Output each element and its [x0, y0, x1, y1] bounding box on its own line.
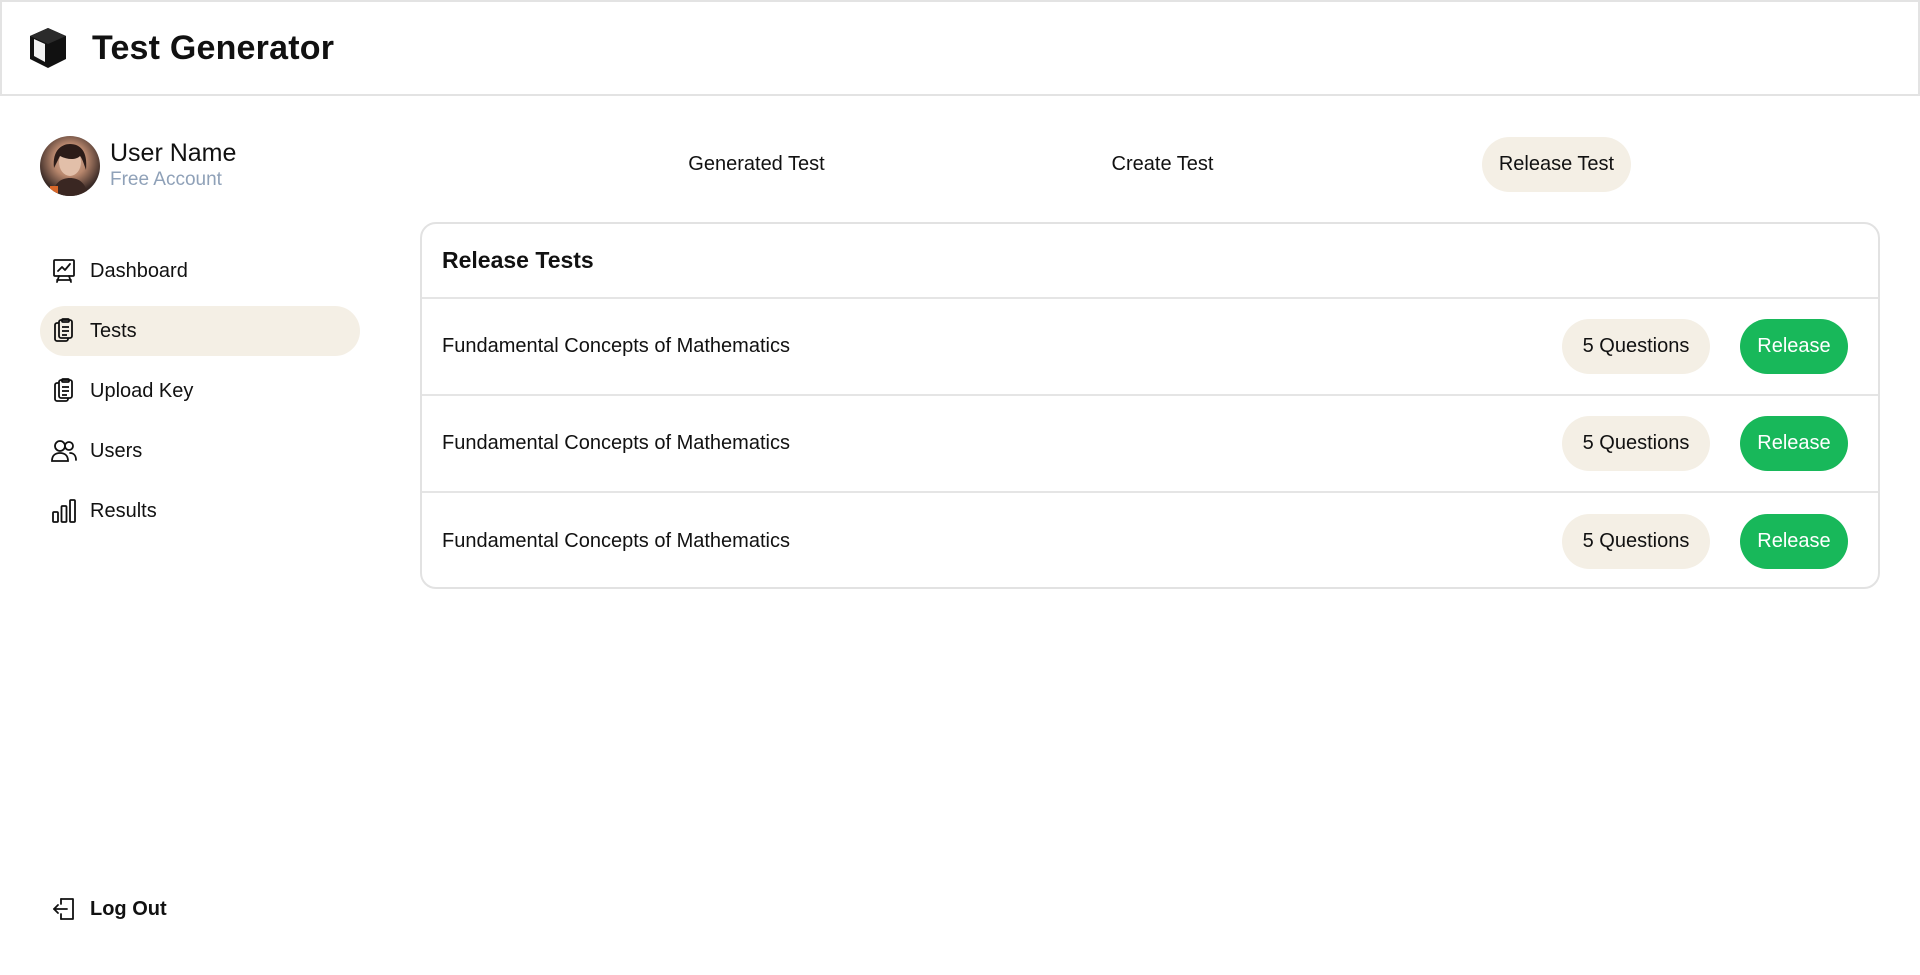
bar-chart-icon — [50, 497, 78, 525]
logout-button[interactable]: Log Out — [50, 895, 167, 923]
logout-icon — [50, 895, 78, 923]
sidebar-item-label: Tests — [90, 319, 137, 342]
sidebar-item-label: Upload Key — [90, 379, 194, 402]
test-name: Fundamental Concepts of Mathematics — [442, 432, 790, 454]
sidebar-item-users[interactable]: Users — [40, 426, 360, 476]
release-button[interactable]: Release — [1740, 416, 1848, 471]
cube-icon — [24, 24, 72, 72]
table-row: Fundamental Concepts of Mathematics 5 Qu… — [422, 299, 1878, 396]
sidebar-item-upload-key[interactable]: Upload Key — [40, 366, 360, 416]
tab-bar: Generated Test Create Test Release Test — [0, 137, 1920, 192]
sidebar-item-tests[interactable]: Tests — [40, 306, 360, 356]
sidebar-item-dashboard[interactable]: Dashboard — [40, 246, 360, 296]
tab-create-test[interactable]: Create Test — [1090, 137, 1235, 192]
clipboard-icon — [50, 377, 78, 405]
logout-label: Log Out — [90, 897, 167, 920]
sidebar-item-label: Dashboard — [90, 259, 188, 282]
test-name: Fundamental Concepts of Mathematics — [442, 530, 790, 552]
sidebar-item-results[interactable]: Results — [40, 486, 360, 536]
tab-generated-test[interactable]: Generated Test — [670, 137, 843, 192]
release-button[interactable]: Release — [1740, 514, 1848, 569]
top-bar: Test Generator — [0, 0, 1920, 96]
questions-badge: 5 Questions — [1562, 514, 1710, 569]
presentation-chart-icon — [50, 257, 78, 285]
app-title: Test Generator — [92, 28, 335, 67]
sidebar-item-label: Users — [90, 439, 143, 462]
release-button[interactable]: Release — [1740, 319, 1848, 374]
questions-badge: 5 Questions — [1562, 416, 1710, 471]
users-icon — [50, 437, 78, 465]
questions-badge: 5 Questions — [1562, 319, 1710, 374]
sidebar-item-label: Results — [90, 499, 157, 522]
table-row: Fundamental Concepts of Mathematics 5 Qu… — [422, 396, 1878, 493]
clipboard-icon — [50, 317, 78, 345]
card-title: Release Tests — [422, 224, 1878, 299]
table-row: Fundamental Concepts of Mathematics 5 Qu… — [422, 493, 1878, 587]
test-name: Fundamental Concepts of Mathematics — [442, 335, 790, 357]
release-tests-card: Release Tests Fundamental Concepts of Ma… — [420, 222, 1880, 589]
sidebar-nav: Dashboard Tests Upload Key Users Results — [40, 246, 360, 546]
tab-release-test[interactable]: Release Test — [1482, 137, 1631, 192]
